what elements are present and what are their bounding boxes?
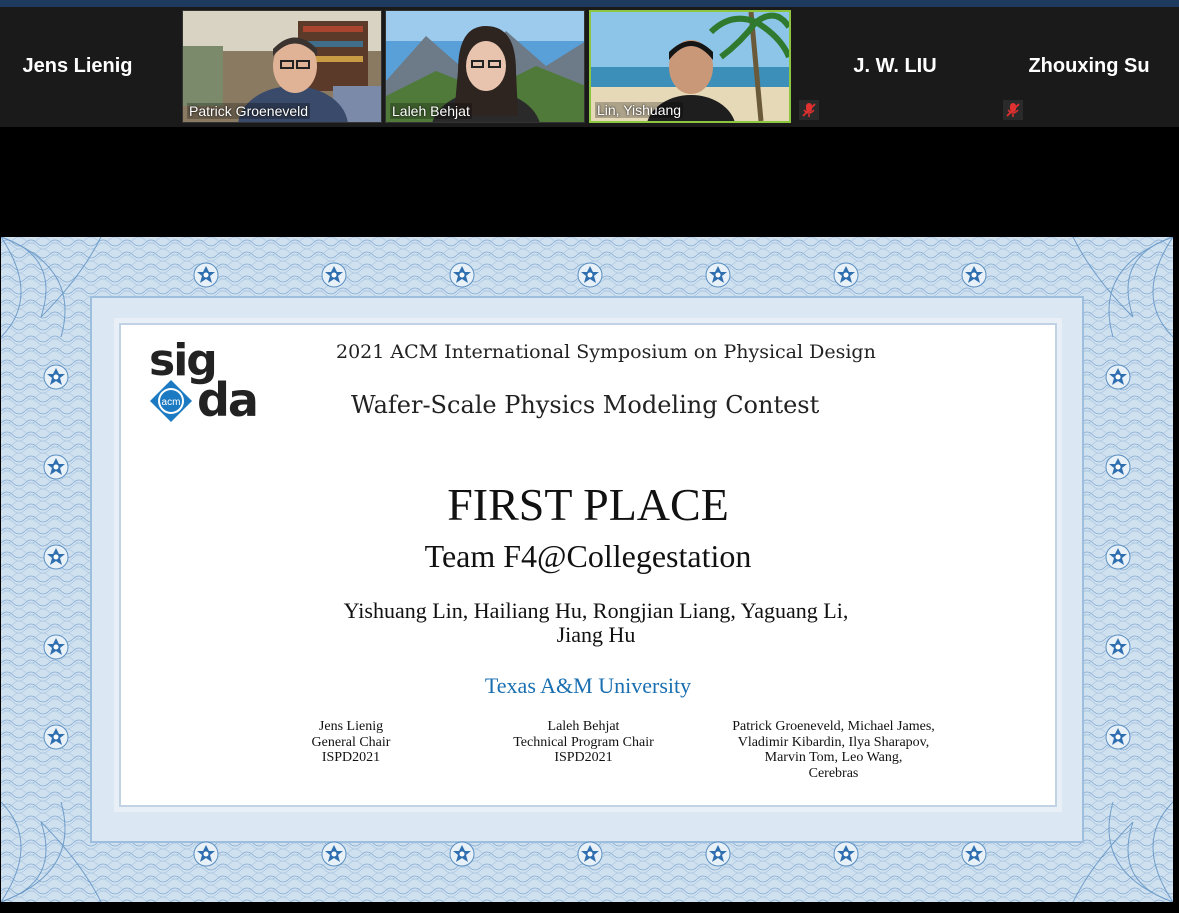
screen-share-area: sig da acm 2021 ACM International Sympos… [0,127,1179,913]
certificate-content: sig da acm 2021 ACM International Sympos… [114,318,1062,812]
symposium-title: 2021 ACM International Symposium on Phys… [336,341,876,363]
signatory-line: Patrick Groeneveld, Michael James, [732,719,935,734]
signatory-event: ISPD2021 [554,750,613,765]
acm-logo-text: acm [162,397,181,408]
signatory-program-chair: Laleh Behjat Technical Program Chair ISP… [481,719,686,766]
window-top-bar [0,0,1179,7]
participant-name: Laleh Behjat [390,103,472,119]
participant-name: Lin, Yishuang [595,102,684,118]
signatory-line: Vladimir Kibardin, Ilya Sharapov, [737,734,930,750]
participant-name: Patrick Groeneveld [187,103,311,119]
signatory-role: Technical Program Chair [513,734,654,750]
certificate: sig da acm 2021 ACM International Sympos… [1,237,1173,902]
participant-strip: Jens Lienig Patrick Groeneveld Laleh Beh… [0,7,1179,127]
contest-title: Wafer-Scale Physics Modeling Contest [351,391,820,419]
signatory-general-chair: Jens Lienig General Chair ISPD2021 [261,719,441,766]
mic-muted-icon [1003,100,1023,120]
acm-logo-icon: acm [150,380,192,422]
signatory-event: ISPD2021 [321,750,381,765]
mic-muted-icon [799,100,819,120]
sigda-logo: sig da acm [149,335,279,435]
signatory-line: Marvin Tom, Leo Wang, [764,750,903,765]
signatory-role: General Chair [311,734,391,750]
signatory-org: Cerebras [808,765,859,781]
logo-text-da: da [197,373,259,427]
participant-name: J. W. LIU [853,55,937,77]
award-title: FIRST PLACE [447,479,729,530]
author-line-1: Yishuang Lin, Hailiang Hu, Rongjian Lian… [343,598,849,623]
participant-tile-jens-lienig[interactable]: Jens Lienig [0,10,155,123]
participant-name: Jens Lienig [22,55,133,77]
signatory-name: Jens Lienig [318,719,384,734]
author-list: Yishuang Lin, Hailiang Hu, Rongjian Lian… [301,599,891,647]
participant-tile-jw-liu[interactable]: J. W. LIU [795,10,995,123]
participant-tile-zhouxing-su[interactable]: Zhouxing Su [999,10,1179,123]
participant-tile-lin-yishuang[interactable]: Lin, Yishuang [589,10,791,123]
participant-name: Zhouxing Su [1028,55,1150,77]
signatory-cerebras: Patrick Groeneveld, Michael James, Vladi… [701,719,966,781]
author-line-2: Jiang Hu [556,622,636,647]
signatory-name: Laleh Behjat [547,719,620,734]
team-name: Team F4@Collegestation [424,538,752,574]
university-name: Texas A&M University [484,673,692,698]
participant-tile-laleh-behjat[interactable]: Laleh Behjat [385,10,585,123]
participant-tile-patrick-groeneveld[interactable]: Patrick Groeneveld [182,10,382,123]
